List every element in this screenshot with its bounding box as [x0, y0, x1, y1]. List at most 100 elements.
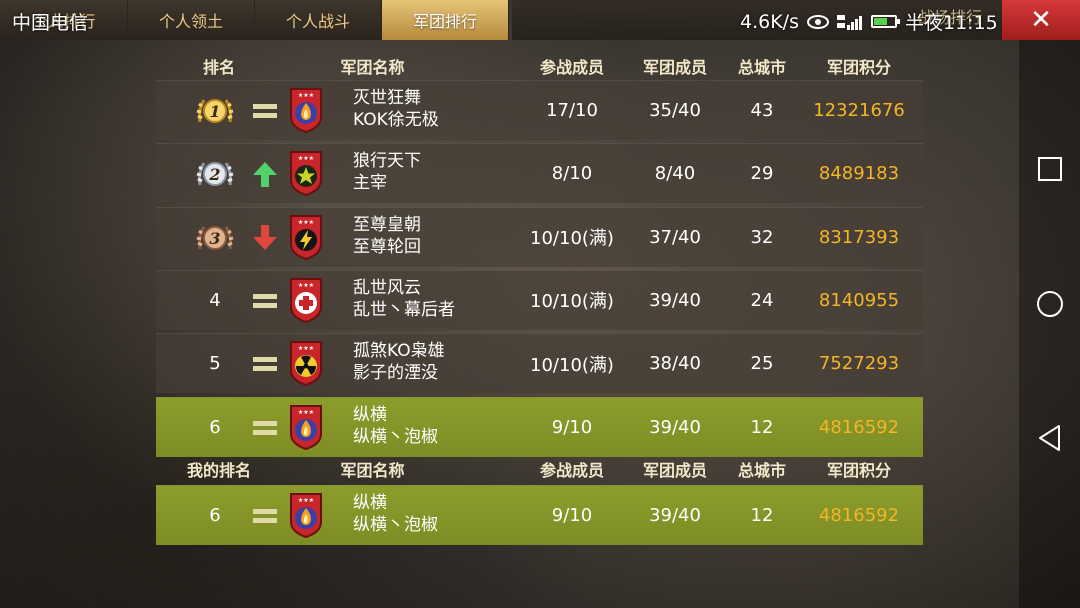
header-my-total-cities: 总城市 — [737, 461, 786, 480]
header-battle-members: 参战成员 — [539, 58, 604, 77]
header-my-legion-name: 军团名称 — [340, 461, 405, 480]
table-row[interactable]: 4 ★★★ 乱世风云 乱世丶幕后者 10/10(满) 39/40 24 8140955 — [156, 269, 923, 330]
fire-emblem-icon: ★★★ — [288, 87, 324, 134]
legion-name: 狼行天下 — [353, 151, 421, 172]
equal-icon — [251, 414, 279, 442]
legion-members-cell: 39/40 — [649, 505, 701, 526]
header-my-legion-members: 军团成员 — [642, 461, 707, 480]
legion-name: 孤煞KO枭雄 — [353, 341, 445, 362]
cross-emblem-icon: ★★★ — [288, 277, 324, 323]
legion-score-cell: 8489183 — [818, 163, 900, 185]
total-cities-cell: 25 — [750, 353, 774, 375]
legion-name: 纵横 — [353, 493, 387, 513]
legion-name: 灭世狂舞 — [353, 88, 421, 108]
header-legion-name: 军团名称 — [340, 58, 405, 77]
legion-score-cell: 4816592 — [818, 416, 900, 438]
legion-name: 至尊皇朝 — [353, 214, 421, 235]
recent-apps-icon[interactable] — [1036, 155, 1064, 183]
battle-members-cell: 9/10 — [551, 505, 593, 526]
svg-text:★★★: ★★★ — [298, 497, 314, 504]
legion-names: 狼行天下 主宰 — [353, 150, 513, 194]
equal-icon — [251, 287, 279, 315]
battle-members-cell: 10/10(满) — [530, 228, 614, 250]
tab-personal-battle[interactable]: 个人战斗 — [255, 0, 382, 40]
fire-emblem-icon: ★★★ — [288, 492, 324, 539]
header-legion-members: 军团成员 — [642, 58, 707, 77]
legion-score-cell: 12321676 — [813, 100, 905, 121]
star-emblem-icon: ★★★ — [288, 150, 324, 197]
legion-leader: 纵横丶泡椒 — [353, 426, 438, 447]
svg-text:★★★: ★★★ — [298, 282, 314, 289]
legion-members-cell: 39/40 — [649, 416, 701, 438]
tab-legion-ranking[interactable]: 军团排行 — [382, 0, 509, 40]
network-speed: 4.6K/s — [740, 10, 799, 33]
svg-text:2: 2 — [208, 165, 220, 184]
equal-icon — [251, 350, 279, 378]
header-my-battle-members: 参战成员 — [539, 461, 604, 480]
tab-personal-territory[interactable]: 个人领土 — [128, 0, 255, 40]
legion-names: 纵横 纵横丶泡椒 — [353, 404, 513, 448]
equal-icon — [251, 502, 279, 530]
battle-members-cell: 9/10 — [551, 416, 593, 438]
svg-text:★★★: ★★★ — [298, 219, 314, 226]
svg-text:★★★: ★★★ — [298, 155, 314, 162]
battle-members-cell: 10/10(满) — [530, 291, 614, 313]
header-rank: 排名 — [202, 58, 235, 77]
gold-medal-icon: 1 — [196, 92, 234, 130]
rank-number: 6 — [209, 505, 221, 526]
rank-number: 4 — [209, 289, 221, 311]
header-total-cities: 总城市 — [737, 58, 786, 77]
table-row[interactable]: 6 ★★★ 纵横 纵横丶泡椒 9/10 39/40 12 4816592 — [156, 485, 923, 545]
table-row[interactable]: 3 ★★★ 至尊皇朝 至尊轮回 10/10(满) 37/40 32 8317393 — [156, 206, 923, 267]
home-icon[interactable] — [1036, 290, 1064, 318]
header-my-rank: 我的排名 — [186, 461, 251, 480]
legion-leader: 主宰 — [353, 173, 387, 194]
legion-leader: 影子的湮没 — [353, 363, 438, 384]
total-cities-cell: 12 — [750, 505, 774, 526]
legion-names: 灭世狂舞 KOK徐无极 — [353, 87, 513, 131]
total-cities-cell: 29 — [750, 163, 774, 185]
total-cities-cell: 24 — [750, 289, 774, 311]
legion-name: 纵横 — [353, 404, 387, 425]
rank-number: 6 — [209, 416, 221, 438]
legion-names: 孤煞KO枭雄 影子的湮没 — [353, 340, 513, 384]
legion-score-cell: 8317393 — [818, 226, 900, 248]
back-icon[interactable] — [1036, 424, 1064, 452]
legion-leader: 乱世丶幕后者 — [353, 299, 455, 320]
battery-icon — [870, 15, 900, 28]
total-cities-cell: 12 — [750, 416, 774, 438]
svg-text:★★★: ★★★ — [298, 409, 314, 416]
close-button[interactable]: ✕ — [1002, 0, 1080, 40]
legion-leader: 纵横丶泡椒 — [353, 515, 438, 535]
legion-names: 纵横 纵横丶泡椒 — [353, 492, 513, 536]
svg-text:3: 3 — [209, 229, 220, 248]
legion-leader: KOK徐无极 — [353, 110, 439, 130]
legion-members-cell: 37/40 — [649, 226, 701, 248]
total-cities-cell: 43 — [750, 100, 774, 121]
legion-score-cell: 7527293 — [818, 353, 900, 375]
legion-leader: 至尊轮回 — [353, 236, 421, 257]
status-bar-right: 4.6K/s 半夜11:15 — [740, 8, 998, 35]
svg-text:1: 1 — [209, 102, 220, 121]
table-row[interactable]: 1 ★★★ 灭世狂舞 KOK徐无极 17/10 35/40 43 12321676 — [156, 80, 923, 140]
svg-text:★★★: ★★★ — [298, 345, 314, 352]
table-row[interactable]: 2 ★★★ 狼行天下 主宰 8/10 8/40 29 8489183 — [156, 143, 923, 204]
radiation-emblem-icon: ★★★ — [288, 340, 324, 387]
header-legion-score: 军团积分 — [826, 58, 891, 77]
svg-text:★★★: ★★★ — [298, 92, 314, 99]
legion-names: 至尊皇朝 至尊轮回 — [353, 214, 513, 258]
legion-name: 乱世风云 — [353, 277, 421, 298]
legion-score-cell: 8140955 — [818, 289, 900, 311]
header-my-legion-score: 军团积分 — [826, 461, 891, 480]
bronze-medal-icon: 3 — [196, 219, 234, 257]
legion-members-cell: 8/40 — [654, 163, 696, 185]
arrow-up-icon — [251, 160, 279, 188]
table-row[interactable]: 6 ★★★ 纵横 纵横丶泡椒 9/10 39/40 12 4816592 — [156, 396, 923, 457]
table-row[interactable]: 5 ★★★ 孤煞KO枭雄 影子的湮没 10/10(满) 38/40 25 7527293 — [156, 333, 923, 394]
battle-members-cell: 17/10 — [546, 100, 598, 121]
battle-members-cell: 8/10 — [551, 163, 593, 185]
lightning-emblem-icon: ★★★ — [288, 214, 324, 260]
total-cities-cell: 32 — [750, 226, 774, 248]
legion-members-cell: 35/40 — [649, 100, 701, 121]
fire-emblem-icon: ★★★ — [288, 404, 324, 450]
